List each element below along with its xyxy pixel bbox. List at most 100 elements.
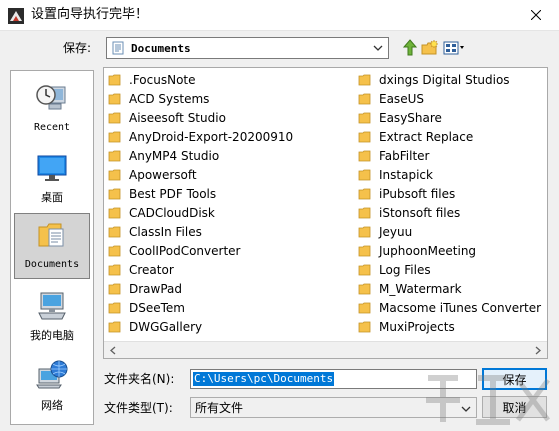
folder-name: Apowersoft <box>129 167 197 182</box>
folder-item[interactable]: Jeyuu <box>358 222 541 241</box>
folder-name: CoolIPodConverter <box>129 243 241 258</box>
scroll-left-button[interactable] <box>106 344 120 357</box>
folder-item[interactable]: iPubsoft files <box>358 184 541 203</box>
up-one-level-button[interactable] <box>401 38 419 58</box>
folder-item[interactable]: EasyShare <box>358 108 541 127</box>
folder-name: AnyDroid-Export-20200910 <box>129 129 294 144</box>
title-bar: 设置向导执行完毕！ <box>0 0 559 31</box>
folder-name: DrawPad <box>129 281 183 296</box>
folder-icon <box>358 150 371 161</box>
folder-item[interactable]: CoolIPodConverter <box>108 241 293 260</box>
folder-icon <box>358 74 371 85</box>
places-bar: Recent 桌面 Documents 我的电脑 网络 <box>10 70 94 425</box>
new-folder-button[interactable] <box>421 38 439 58</box>
folder-icon <box>108 264 121 275</box>
file-name-label: 文件夹名(N): <box>104 372 175 386</box>
combo-dropdown-button[interactable] <box>371 41 385 55</box>
folder-item[interactable]: ACD Systems <box>108 89 293 108</box>
folder-name: Creator <box>129 262 174 277</box>
folder-icon <box>358 283 371 294</box>
folder-item[interactable]: Best PDF Tools <box>108 184 293 203</box>
folder-icon <box>108 131 121 142</box>
folder-item[interactable]: FabFilter <box>358 146 541 165</box>
folder-item[interactable]: Creator <box>108 260 293 279</box>
folder-icon <box>108 302 121 313</box>
folder-item[interactable]: M_Watermark <box>358 279 541 298</box>
network-icon <box>36 360 68 389</box>
new-folder-icon <box>421 40 439 55</box>
folder-name: MuxiProjects <box>379 319 455 334</box>
place-desktop[interactable]: 桌面 <box>14 147 90 213</box>
app-icon <box>8 8 24 24</box>
look-in-combo[interactable]: Documents <box>106 37 389 59</box>
file-type-value: 所有文件 <box>195 401 244 415</box>
folder-item[interactable]: AnyMP4 Studio <box>108 146 293 165</box>
folder-icon <box>358 188 371 199</box>
folder-item[interactable]: DSeeTem <box>108 298 293 317</box>
scroll-right-button[interactable] <box>531 344 545 357</box>
folder-icon <box>358 207 371 218</box>
place-label: 网络 <box>41 399 63 412</box>
chevron-right-icon <box>535 346 541 355</box>
list-view-icon <box>443 41 464 55</box>
folder-icon <box>108 112 121 123</box>
place-computer[interactable]: 我的电脑 <box>14 285 90 351</box>
folder-name: M_Watermark <box>379 281 462 296</box>
place-label: Recent <box>33 122 71 133</box>
close-icon <box>531 10 541 20</box>
folder-item[interactable]: Instapick <box>358 165 541 184</box>
folder-item[interactable]: .FocusNote <box>108 70 293 89</box>
folder-item[interactable]: DWGGallery <box>108 317 293 336</box>
folder-icon <box>358 321 371 332</box>
folder-icon <box>108 283 121 294</box>
folder-item[interactable]: Aiseesoft Studio <box>108 108 293 127</box>
folder-item[interactable]: Extract Replace <box>358 127 541 146</box>
folder-item[interactable]: JuphoonMeeting <box>358 241 541 260</box>
folder-icon <box>108 169 121 180</box>
folder-icon <box>108 150 121 161</box>
folder-item[interactable]: AnyDroid-Export-20200910 <box>108 127 293 146</box>
folder-item[interactable]: Log Files <box>358 260 541 279</box>
folder-item[interactable]: CADCloudDisk <box>108 203 293 222</box>
folder-item[interactable]: Macsome iTunes Converter <box>358 298 541 317</box>
folder-name: Aiseesoft Studio <box>129 110 226 125</box>
folder-item[interactable]: Apowersoft <box>108 165 293 184</box>
folder-name: ClassIn Files <box>129 224 202 239</box>
place-label: 桌面 <box>41 191 63 204</box>
folder-item[interactable]: dxings Digital Studios <box>358 70 541 89</box>
chevron-down-icon <box>373 45 383 51</box>
up-arrow-icon <box>402 39 418 56</box>
folder-name: Instapick <box>379 167 433 182</box>
folder-item[interactable]: MuxiProjects <box>358 317 541 336</box>
document-folder-icon <box>112 41 124 55</box>
folder-icon <box>108 207 121 218</box>
folder-icon <box>108 226 121 237</box>
place-network[interactable]: 网络 <box>14 355 90 421</box>
file-type-label: 文件类型(T): <box>104 401 173 415</box>
close-button[interactable] <box>513 0 559 30</box>
folder-name: DWGGallery <box>129 319 203 334</box>
folder-item[interactable]: DrawPad <box>108 279 293 298</box>
place-recent[interactable]: Recent <box>14 77 90 143</box>
folder-item[interactable]: EaseUS <box>358 89 541 108</box>
horizontal-scrollbar[interactable] <box>104 341 547 358</box>
view-menu-button[interactable] <box>442 38 466 58</box>
documents-icon <box>38 223 64 247</box>
folder-icon <box>358 112 371 123</box>
folder-item[interactable]: iStonsoft files <box>358 203 541 222</box>
folder-name: .FocusNote <box>129 72 196 87</box>
desktop-icon <box>37 155 67 181</box>
folder-item[interactable]: ClassIn Files <box>108 222 293 241</box>
folder-name: DSeeTem <box>129 300 185 315</box>
folder-name: Best PDF Tools <box>129 186 217 201</box>
folder-name: EaseUS <box>379 91 424 106</box>
folder-name: Extract Replace <box>379 129 474 144</box>
chevron-left-icon <box>110 346 116 355</box>
place-documents[interactable]: Documents <box>14 213 90 279</box>
folder-name: Log Files <box>379 262 431 277</box>
folder-icon <box>358 93 371 104</box>
file-column-left: .FocusNote ACD Systems Aiseesoft Studio Any… <box>108 70 293 336</box>
folder-icon <box>108 93 121 104</box>
file-list[interactable]: .FocusNote ACD Systems Aiseesoft Studio Any… <box>103 67 548 359</box>
folder-name: dxings Digital Studios <box>379 72 510 87</box>
